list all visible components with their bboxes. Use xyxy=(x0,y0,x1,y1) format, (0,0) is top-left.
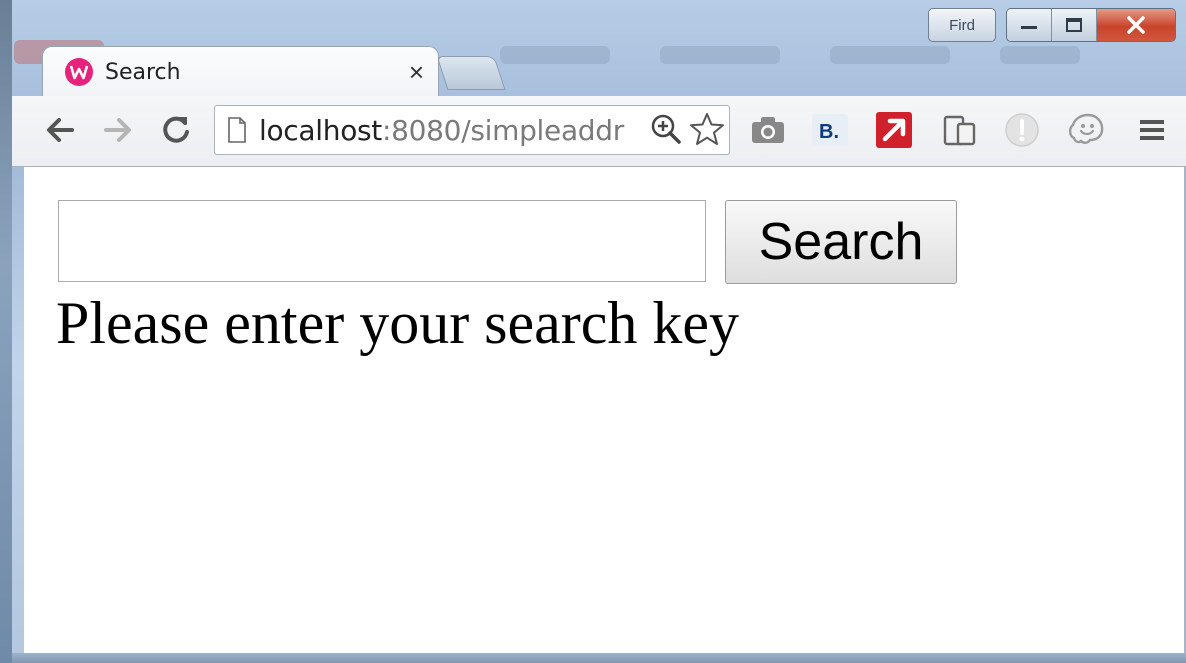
forward-button[interactable] xyxy=(98,110,138,150)
bookmark-b-label: B. xyxy=(819,121,839,143)
window-bottom-edge xyxy=(12,653,1186,663)
devices-icon xyxy=(943,115,976,146)
reload-button[interactable] xyxy=(156,110,196,150)
disabled-extension-button[interactable] xyxy=(1002,110,1042,150)
menu-icon xyxy=(1140,120,1164,140)
screenshot-extension-button[interactable] xyxy=(748,110,788,150)
forward-arrow-icon xyxy=(104,118,131,142)
zoom-icon[interactable] xyxy=(649,112,683,146)
url-text: localhost:8080/simpleaddr xyxy=(259,114,624,147)
camera-icon xyxy=(752,117,784,143)
tab-close-icon[interactable]: × xyxy=(409,57,424,88)
close-window-button[interactable] xyxy=(1097,9,1175,41)
red-arrow-icon xyxy=(876,112,912,148)
red-arrow-extension-button[interactable] xyxy=(874,110,914,150)
new-tab-button[interactable] xyxy=(436,56,506,90)
browser-toolbar: localhost:8080/simpleaddr B. xyxy=(12,96,1186,167)
waze-icon xyxy=(1068,113,1104,144)
page-icon xyxy=(228,117,246,143)
minimize-button[interactable] xyxy=(1007,9,1052,41)
title-bar-controls: Fird xyxy=(928,8,1176,42)
url-path: :8080/simpleaddr xyxy=(382,113,624,147)
minimize-icon xyxy=(1021,26,1037,29)
waze-extension-button[interactable] xyxy=(1066,110,1106,150)
back-arrow-icon xyxy=(47,118,74,142)
window-buttons xyxy=(1006,8,1176,42)
close-icon xyxy=(1127,16,1145,34)
reload-icon xyxy=(163,116,189,143)
tab-strip: Search × xyxy=(12,40,1186,97)
maximize-icon xyxy=(1066,18,1082,32)
browser-window: Fird Search × localhost:8080/simpleaddr … xyxy=(0,0,1186,663)
tab-search[interactable]: Search × xyxy=(42,46,439,97)
address-bar[interactable]: localhost:8080/simpleaddr xyxy=(214,105,730,155)
url-host: localhost xyxy=(259,113,382,147)
menu-button[interactable] xyxy=(1132,110,1172,150)
page-content: Search Please enter your search key xyxy=(24,167,1186,653)
bookmark-star-icon[interactable] xyxy=(689,112,725,146)
tab-title: Search xyxy=(105,59,181,85)
bookmark-b-extension-button[interactable]: B. xyxy=(810,110,850,150)
back-button[interactable] xyxy=(40,110,80,150)
bookmark-b-icon: B. xyxy=(812,114,848,146)
profile-user-button[interactable]: Fird xyxy=(928,8,996,42)
search-prompt-message: Please enter your search key xyxy=(56,290,740,356)
search-button[interactable]: Search xyxy=(725,200,957,284)
devices-extension-button[interactable] xyxy=(940,110,980,150)
window-left-edge xyxy=(0,0,12,663)
wamp-w-icon xyxy=(65,58,93,86)
disabled-extension-icon xyxy=(1005,113,1039,147)
search-input[interactable] xyxy=(58,200,706,282)
maximize-button[interactable] xyxy=(1052,9,1097,41)
omnibox-actions xyxy=(645,112,725,146)
